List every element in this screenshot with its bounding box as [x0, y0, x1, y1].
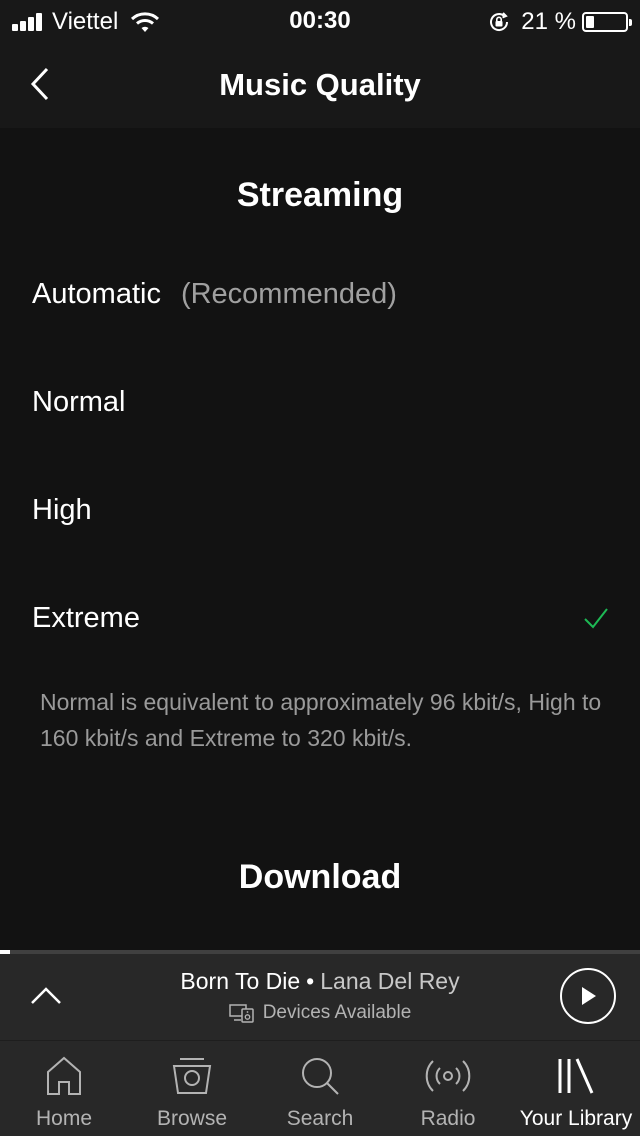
option-high[interactable]: High — [0, 460, 640, 560]
option-normal[interactable]: Normal — [0, 352, 640, 452]
status-bar: Viettel 00:30 21 % — [0, 0, 640, 40]
option-automatic[interactable]: Automatic (Recommended) — [0, 244, 640, 344]
tab-bar: Home Browse Search Radio Your Library — [0, 1040, 640, 1136]
tab-radio[interactable]: Radio — [384, 1041, 512, 1136]
tab-search[interactable]: Search — [256, 1041, 384, 1136]
track-title: Born To Die — [180, 968, 301, 994]
tab-label: Your Library — [519, 1107, 633, 1130]
tab-your-library[interactable]: Your Library — [512, 1041, 640, 1136]
option-sublabel: (Recommended) — [180, 278, 397, 310]
rotation-lock-icon — [490, 12, 509, 31]
streaming-section-title: Streaming — [236, 176, 404, 214]
option-label: Automatic (Recommended) — [32, 278, 397, 310]
track-artist: Lana Del Rey — [320, 968, 460, 994]
devices-label: Devices Available — [262, 1002, 412, 1023]
battery-percent: 21 % — [521, 8, 576, 35]
track-separator: • — [306, 968, 315, 994]
now-playing-bar[interactable]: Born To Die • Lana Del Rey Devices Availab… — [0, 954, 640, 1040]
battery-level — [586, 16, 594, 28]
library-icon — [558, 1058, 594, 1094]
option-extreme[interactable]: Extreme — [0, 568, 640, 668]
devices-available[interactable]: Devices Available — [0, 1002, 640, 1024]
browse-icon — [172, 1058, 212, 1094]
check-icon — [584, 608, 608, 629]
radio-icon — [425, 1060, 471, 1092]
status-right: 21 % — [487, 8, 632, 36]
play-button[interactable] — [560, 968, 616, 1024]
tab-label: Browse — [156, 1107, 228, 1130]
download-section-title: Download — [238, 858, 402, 896]
option-label: Extreme — [32, 602, 140, 634]
battery-icon — [582, 12, 632, 32]
nav-bar: Music Quality — [0, 40, 640, 128]
devices-icon — [228, 1004, 254, 1023]
tab-browse[interactable]: Browse — [128, 1041, 256, 1136]
option-label: Normal — [32, 386, 126, 418]
tab-label: Radio — [420, 1107, 476, 1130]
tab-label: Home — [35, 1107, 93, 1130]
tab-home[interactable]: Home — [0, 1041, 128, 1136]
play-icon — [582, 987, 596, 1005]
option-label: High — [32, 494, 92, 526]
quality-note: Normal is equivalent to approximately 96… — [40, 689, 602, 751]
home-icon — [47, 1056, 81, 1095]
track-info: Born To Die • Lana Del Rey — [0, 968, 640, 995]
settings-content: Streaming Automatic (Recommended) Normal … — [0, 128, 640, 950]
search-icon — [302, 1058, 339, 1095]
tab-label: Search — [286, 1107, 354, 1130]
page-title: Music Quality — [219, 67, 421, 102]
